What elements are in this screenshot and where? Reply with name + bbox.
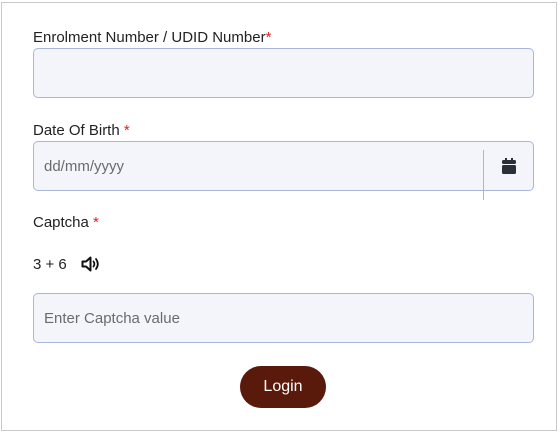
enrolment-label-text: Enrolment Number / UDID Number [33, 29, 266, 46]
dob-field[interactable] [33, 141, 534, 200]
captcha-input[interactable] [34, 294, 533, 342]
captcha-audio-button[interactable] [81, 256, 101, 272]
required-asterisk: * [93, 214, 99, 231]
captcha-question-row: 3 + 6 [33, 253, 101, 275]
required-asterisk: * [123, 122, 130, 139]
calendar-button[interactable] [484, 142, 534, 190]
enrolment-label: Enrolment Number / UDID Number* [33, 29, 271, 46]
login-button[interactable]: Login [240, 366, 326, 408]
dob-input[interactable] [34, 142, 483, 190]
speaker-icon [81, 256, 99, 272]
dob-label-text: Date Of Birth [33, 122, 120, 139]
required-asterisk: * [265, 29, 272, 46]
captcha-label-text: Captcha [33, 214, 89, 231]
dob-label: Date Of Birth * [33, 122, 130, 139]
captcha-field[interactable] [33, 293, 534, 343]
captcha-label: Captcha * [33, 214, 99, 231]
calendar-icon [502, 158, 516, 174]
enrolment-input[interactable] [34, 49, 533, 97]
dob-input-wrapper[interactable] [34, 142, 483, 190]
captcha-question: 3 + 6 [33, 255, 67, 273]
enrolment-field[interactable] [33, 48, 534, 98]
